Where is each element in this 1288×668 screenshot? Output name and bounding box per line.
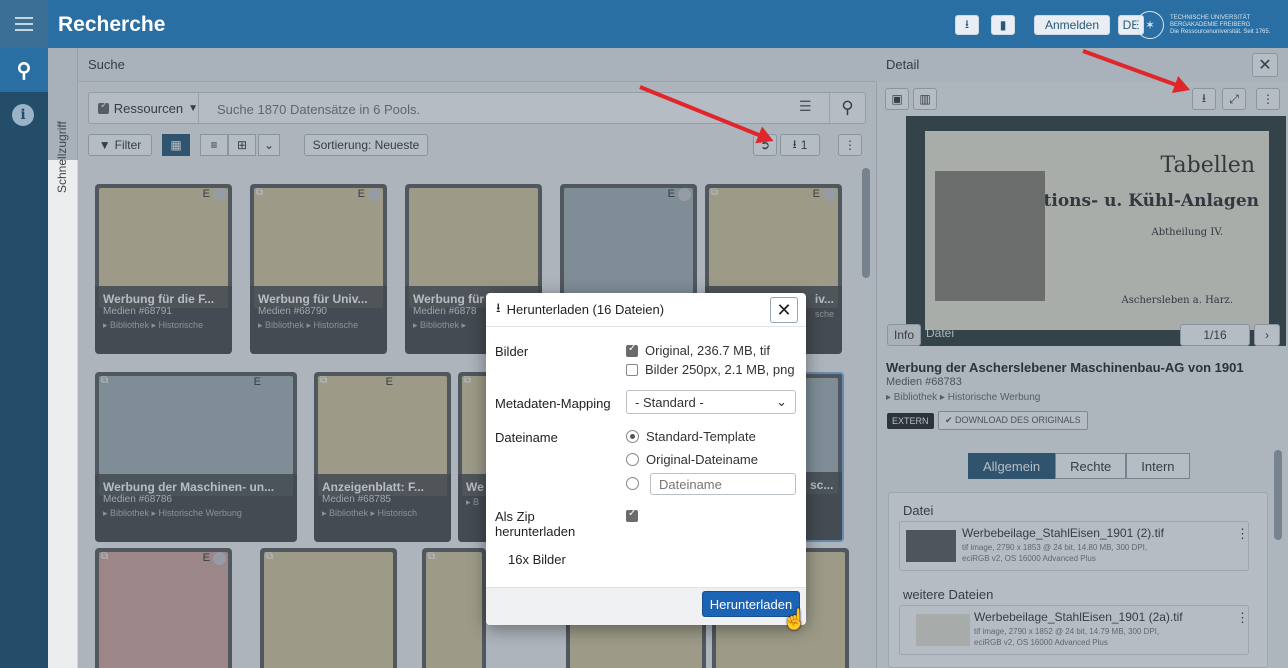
info-icon: i xyxy=(20,107,26,123)
filename-label: Dateiname xyxy=(495,430,558,445)
zip-checkbox[interactable] xyxy=(626,508,638,525)
chevron-down-icon: ⌄ xyxy=(776,394,787,409)
radio-standard-template[interactable]: Standard-Template xyxy=(626,429,756,444)
modal-backdrop xyxy=(48,48,876,160)
university-logo: ✶ TECHNISCHE UNIVERSITÄT BERGAKADEMIE FRE… xyxy=(1136,10,1276,40)
images-label: Bilder xyxy=(495,344,529,359)
download-header-button[interactable]: ⭳ xyxy=(955,15,979,35)
download-dialog: ⭳ Herunterladen (16 Dateien) ✕ Bilder Or… xyxy=(486,293,807,631)
seal-icon: ✶ xyxy=(1136,11,1164,39)
dialog-title: Herunterladen (16 Dateien) xyxy=(506,302,665,317)
menu-button[interactable] xyxy=(0,0,48,48)
mapping-select[interactable]: - Standard - ⌄ xyxy=(626,390,796,414)
close-icon: ✕ xyxy=(776,299,792,320)
filename-input[interactable] xyxy=(650,473,796,495)
collection-header-button[interactable]: ▮ xyxy=(991,15,1015,35)
option-original[interactable]: Original, 236.7 MB, tif xyxy=(626,343,770,358)
radio-original-filename[interactable]: Original-Dateiname xyxy=(626,452,758,467)
login-button[interactable]: Anmelden xyxy=(1034,15,1110,35)
option-250px[interactable]: Bilder 250px, 2.1 MB, png xyxy=(626,362,795,377)
file-count: 16x Bilder xyxy=(508,552,566,567)
checkbox[interactable] xyxy=(626,363,638,376)
dialog-header: ⭳ Herunterladen (16 Dateien) xyxy=(486,293,806,327)
radio-custom-filename[interactable] xyxy=(626,477,639,490)
left-rail xyxy=(0,48,48,668)
download-icon: ⭳ xyxy=(496,299,501,315)
dialog-close-button[interactable]: ✕ xyxy=(770,297,798,323)
checkbox[interactable] xyxy=(626,343,638,357)
logo-text: TECHNISCHE UNIVERSITÄT BERGAKADEMIE FREIB… xyxy=(1170,14,1271,35)
hamburger-icon xyxy=(15,23,33,25)
search-icon: ⚲ xyxy=(16,59,32,82)
zip-label: Als Zip herunterladen xyxy=(495,509,576,539)
book-icon: ▮ xyxy=(999,18,1007,32)
download-icon: ⭳ xyxy=(964,16,970,31)
rail-info-button[interactable]: i xyxy=(12,104,34,126)
hand-cursor-icon: ☝ xyxy=(782,609,807,631)
mapping-label: Metadaten-Mapping xyxy=(495,396,611,411)
modal-backdrop xyxy=(876,48,1288,668)
rail-search-button[interactable]: ⚲ xyxy=(0,48,48,92)
app-title: Recherche xyxy=(58,13,166,36)
